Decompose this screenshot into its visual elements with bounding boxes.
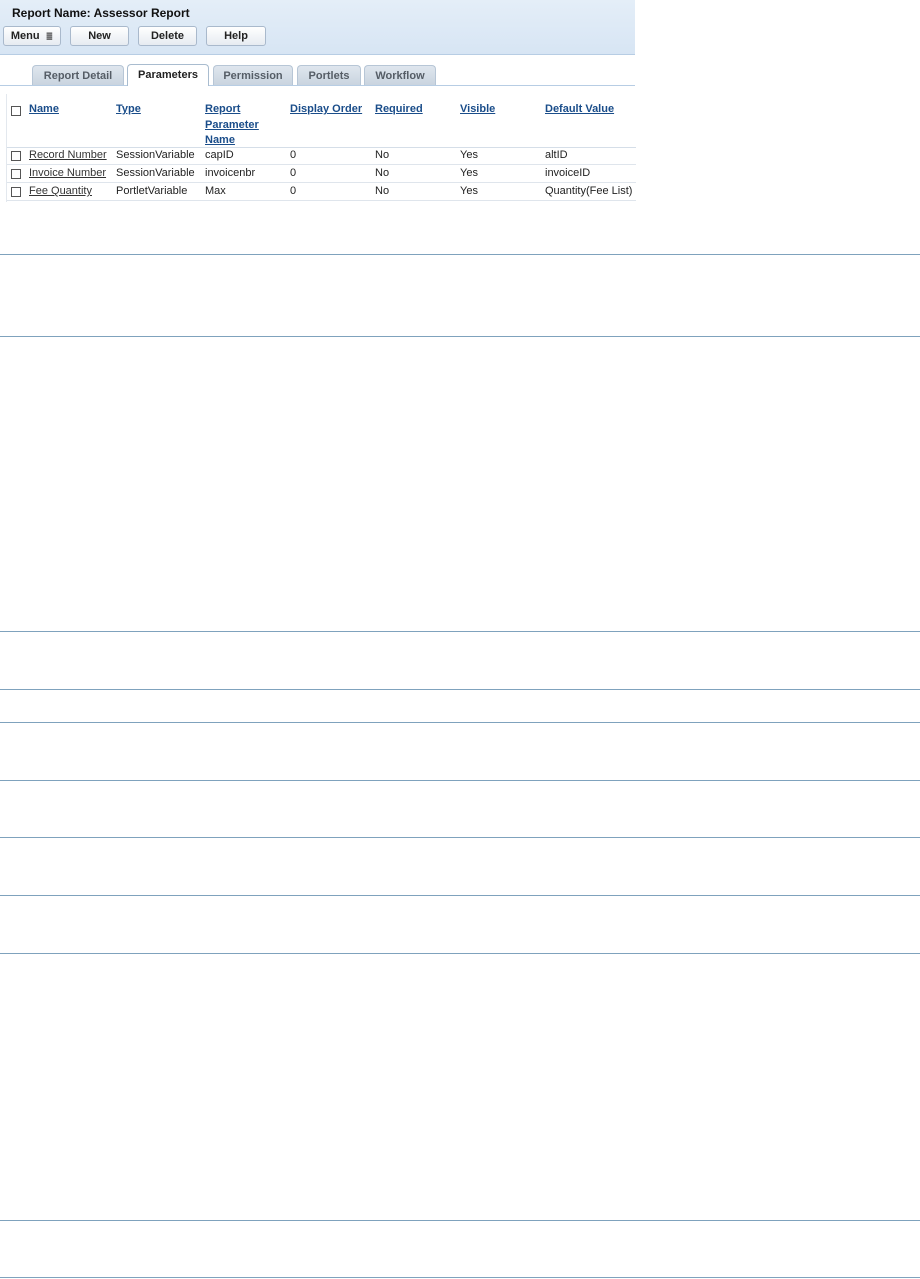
table-header: Name Type Report Parameter Name Display … [7, 94, 636, 148]
divider [0, 254, 920, 255]
row-parameter-name: invoicenbr [205, 167, 256, 179]
table-row: Record Number SessionVariable capID 0 No… [7, 147, 636, 165]
row-name-link[interactable]: Record Number [29, 147, 107, 164]
parameters-table: Name Type Report Parameter Name Display … [6, 94, 636, 202]
tab-parameters[interactable]: Parameters [127, 64, 209, 86]
divider [0, 895, 920, 896]
row-type: SessionVariable [116, 167, 195, 179]
column-header-required[interactable]: Required [375, 102, 423, 118]
new-button[interactable]: New [70, 26, 129, 46]
row-type: SessionVariable [116, 149, 195, 161]
row-name-link[interactable]: Invoice Number [29, 165, 106, 182]
row-checkbox[interactable] [11, 169, 21, 179]
menu-button-label: Menu [10, 30, 40, 42]
divider [0, 1220, 920, 1221]
table-row: Invoice Number SessionVariable invoicenb… [7, 165, 636, 183]
delete-button[interactable]: Delete [138, 26, 197, 46]
menu-button[interactable]: Menu ≣ [3, 26, 61, 46]
divider [0, 722, 920, 723]
row-required: No [375, 149, 390, 161]
tab-report-detail[interactable]: Report Detail [32, 65, 124, 85]
divider [0, 837, 920, 838]
tab-bar: Report Detail Parameters Permission Port… [0, 64, 635, 86]
row-required: No [375, 167, 390, 179]
row-checkbox[interactable] [11, 187, 21, 197]
column-header-display-order[interactable]: Display Order [290, 102, 362, 118]
tab-permission[interactable]: Permission [213, 65, 293, 85]
row-display-order: 0 [290, 149, 297, 161]
row-checkbox[interactable] [11, 151, 21, 161]
column-header-default-value[interactable]: Default Value [545, 102, 614, 118]
row-parameter-name: capID [205, 149, 234, 161]
row-default-value: invoiceID [545, 167, 591, 179]
row-default-value: Quantity(Fee List) [545, 185, 633, 197]
chevron-down-icon: ≣ [45, 31, 54, 41]
divider [0, 336, 920, 337]
select-all-checkbox[interactable] [11, 106, 21, 116]
page-title: Report Name: Assessor Report [12, 6, 190, 20]
row-type: PortletVariable [116, 185, 188, 197]
divider [0, 689, 920, 690]
column-header-name[interactable]: Name [29, 102, 59, 118]
row-default-value: altID [545, 149, 568, 161]
divider [0, 1277, 920, 1278]
column-header-line: Name [205, 134, 235, 146]
help-button[interactable]: Help [206, 26, 266, 46]
column-header-line: Parameter [205, 118, 259, 131]
row-display-order: 0 [290, 185, 297, 197]
row-parameter-name: Max [205, 185, 226, 197]
row-display-order: 0 [290, 167, 297, 179]
row-visible: Yes [460, 185, 478, 197]
tab-portlets[interactable]: Portlets [297, 65, 361, 85]
column-header-report-parameter-name[interactable]: Report Parameter Name [205, 102, 259, 149]
table-row: Fee Quantity PortletVariable Max 0 No Ye… [7, 183, 636, 201]
divider [0, 780, 920, 781]
column-header-type[interactable]: Type [116, 102, 141, 118]
column-header-visible[interactable]: Visible [460, 102, 495, 118]
row-visible: Yes [460, 149, 478, 161]
row-name-link[interactable]: Fee Quantity [29, 183, 92, 200]
tab-workflow[interactable]: Workflow [364, 65, 436, 85]
divider [0, 631, 920, 632]
divider [0, 953, 920, 954]
row-required: No [375, 185, 390, 197]
column-header-line: Report [205, 103, 241, 115]
row-visible: Yes [460, 167, 478, 179]
report-header: Report Name: Assessor Report Menu ≣ New D… [0, 0, 635, 55]
